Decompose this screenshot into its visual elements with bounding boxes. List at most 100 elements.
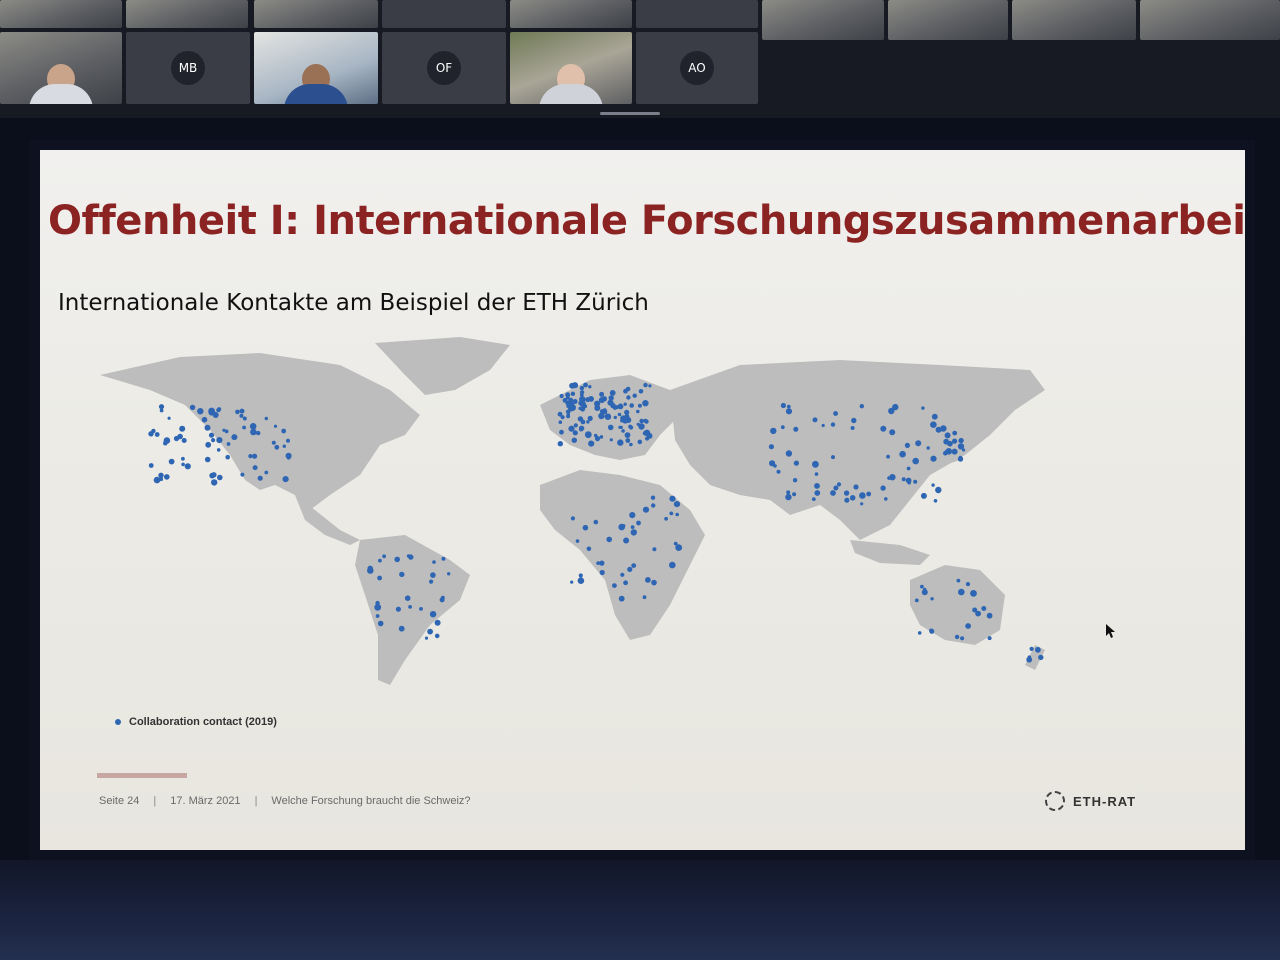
- collaboration-contact-dot: [786, 404, 791, 409]
- participant-avatar-tile[interactable]: MB: [126, 32, 250, 104]
- collaboration-contact-dot: [398, 625, 405, 632]
- collaboration-contact-dot: [621, 429, 625, 433]
- collaboration-contact-dot: [652, 547, 657, 552]
- collaboration-contact-dot: [627, 566, 633, 572]
- collaboration-contact-dot: [216, 407, 221, 413]
- participant-avatar-tile[interactable]: [382, 0, 506, 28]
- collaboration-contact-dot: [629, 403, 634, 408]
- participant-gallery: MB OF AO: [0, 0, 1280, 118]
- collaboration-contact-dot: [582, 524, 589, 531]
- collaboration-contact-dot: [931, 483, 935, 487]
- collaboration-contact-dot: [593, 519, 599, 525]
- collaboration-contact-dot: [573, 423, 578, 428]
- collaboration-contact-dot: [249, 423, 257, 430]
- collaboration-contact-dot: [906, 466, 911, 471]
- collaboration-contact-dot: [643, 382, 648, 388]
- collaboration-contact-dot: [204, 456, 211, 463]
- participant-video-tile[interactable]: [126, 0, 248, 28]
- collaboration-contact-dot: [607, 424, 614, 431]
- collaboration-contact-dot: [931, 413, 938, 420]
- collaboration-contact-dot: [148, 431, 154, 437]
- collaboration-contact-dot: [986, 612, 993, 619]
- collaboration-contact-dot: [599, 409, 605, 414]
- collaboration-contact-dot: [367, 567, 374, 574]
- collaboration-contact-dot: [430, 572, 436, 578]
- collaboration-contact-dot: [926, 446, 930, 450]
- collaboration-contact-dot: [566, 413, 570, 417]
- collaboration-contact-dot: [273, 424, 278, 428]
- screen-bezel-bottom: [0, 860, 1280, 960]
- participant-video-tile[interactable]: [510, 0, 632, 28]
- participant-avatar-tile[interactable]: AO: [636, 32, 758, 104]
- participant-video-tile[interactable]: [510, 32, 632, 104]
- collaboration-contact-dot: [811, 497, 816, 501]
- collaboration-contact-dot: [378, 558, 382, 563]
- collaboration-contact-dot: [954, 634, 960, 640]
- collaboration-contact-dot: [588, 385, 592, 389]
- collaboration-contact-dot: [264, 470, 269, 475]
- collaboration-contact-dot: [669, 561, 676, 569]
- gallery-resize-handle[interactable]: [600, 112, 660, 115]
- participant-video-tile[interactable]: [0, 0, 122, 28]
- collaboration-contact-dot: [669, 511, 674, 516]
- participant-shirt: [539, 84, 603, 104]
- collaboration-contact-dot: [1029, 646, 1034, 651]
- logo-text: ETH-RAT: [1073, 793, 1137, 809]
- slide-title: Offenheit I: Internationale Forschungszu…: [48, 198, 1245, 244]
- footer-separator: |: [153, 795, 157, 807]
- collaboration-contact-dot: [419, 607, 423, 611]
- collaboration-contact-dot: [625, 438, 631, 443]
- collaboration-contact-dot: [972, 607, 978, 613]
- collaboration-contact-dot: [593, 433, 598, 438]
- collaboration-contact-dot: [642, 506, 650, 513]
- collaboration-contact-dot: [598, 397, 605, 404]
- collaboration-contact-dot: [179, 425, 186, 432]
- collaboration-contact-dot: [623, 402, 627, 406]
- slide-subtitle: Internationale Kontakte am Beispiel der …: [58, 290, 649, 316]
- collaboration-contact-dot: [599, 435, 604, 439]
- collaboration-contact-dot: [769, 460, 776, 467]
- collaboration-contact-dot: [821, 423, 825, 428]
- collaboration-contact-dot: [901, 477, 906, 482]
- collaboration-contact-dot: [786, 490, 791, 495]
- collaboration-contact-dot: [586, 420, 590, 424]
- collaboration-contact-dot: [571, 437, 577, 443]
- collaboration-contact-dot: [424, 636, 429, 640]
- collaboration-contact-dot: [915, 440, 922, 447]
- collaboration-contact-dot: [921, 406, 925, 410]
- participant-video-tile[interactable]: [1140, 0, 1280, 40]
- participant-avatar-tile[interactable]: OF: [382, 32, 506, 104]
- collaboration-contact-dot: [231, 434, 238, 441]
- participant-video-tile[interactable]: [254, 32, 378, 104]
- participant-video-tile[interactable]: [0, 32, 122, 104]
- participant-shirt: [284, 84, 348, 104]
- collaboration-contact-dot: [572, 430, 578, 436]
- collaboration-contact-dot: [217, 474, 223, 481]
- collaboration-contact-dot: [427, 628, 433, 635]
- collaboration-contact-dot: [899, 450, 906, 458]
- asia: [670, 360, 1045, 540]
- collaboration-contact-dot: [286, 438, 290, 443]
- collaboration-contact-dot: [636, 409, 640, 414]
- collaboration-contact-dot: [830, 490, 836, 496]
- participant-video-tile[interactable]: [888, 0, 1008, 40]
- collaboration-contact-dot: [599, 569, 605, 576]
- collaboration-contact-dot: [933, 499, 938, 503]
- collaboration-contact-dot: [917, 631, 922, 635]
- collaboration-contact-dot: [239, 413, 244, 418]
- collaboration-contact-dot: [429, 579, 434, 584]
- participant-video-tile[interactable]: [762, 0, 884, 40]
- collaboration-contact-dot: [770, 427, 777, 435]
- participant-video-tile[interactable]: [1012, 0, 1136, 40]
- collaboration-contact-dot: [248, 454, 253, 459]
- collaboration-contact-dot: [892, 403, 899, 411]
- land-masses: [100, 337, 1045, 685]
- collaboration-contact-dot: [880, 425, 887, 432]
- collaboration-contact-dot: [981, 606, 987, 611]
- participant-avatar-tile[interactable]: [636, 0, 758, 28]
- collaboration-contact-dot: [944, 432, 951, 439]
- collaboration-contact-dot: [650, 495, 656, 500]
- collaboration-contact-dot: [181, 462, 185, 467]
- participant-video-tile[interactable]: [254, 0, 378, 28]
- collaboration-contact-dot: [630, 525, 635, 529]
